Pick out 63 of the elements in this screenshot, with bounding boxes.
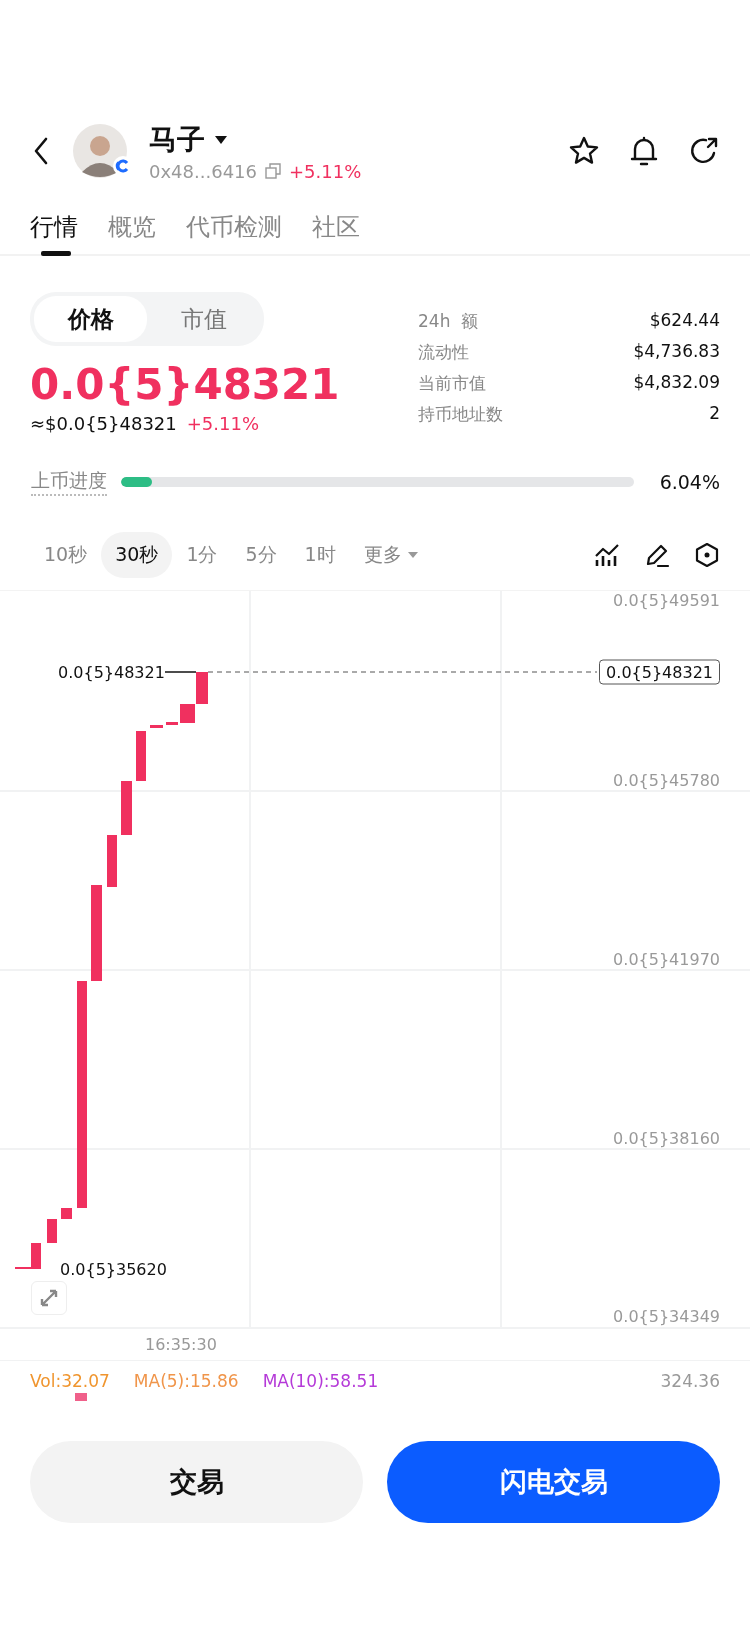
candle [166, 722, 178, 725]
price-change: +5.11% [289, 160, 362, 182]
stat-label: 流动性 [418, 341, 469, 364]
ma10-value: MA(10):58.51 [262, 1371, 379, 1391]
interval-tab[interactable]: 30秒 [101, 532, 173, 578]
interval-tab[interactable]: 10秒 [30, 532, 102, 578]
stat-label: 持币地址数 [418, 403, 503, 426]
price-value: 0.0{5}48321 [30, 360, 340, 409]
back-icon[interactable] [33, 137, 49, 165]
pencil-icon[interactable] [644, 542, 670, 568]
volume-bar [75, 1393, 87, 1401]
low-price-label: 0.0{5}35620 [60, 1259, 167, 1279]
trade-button[interactable]: 交易 [30, 1441, 363, 1523]
interval-tab[interactable]: 1分 [172, 532, 232, 578]
progress-reading: 6.04% [659, 471, 720, 493]
axis-label: 0.0{5}38160 [613, 1128, 720, 1148]
price-tag: 0.0{5}48321 [599, 659, 720, 685]
stat-label: 当前市值 [418, 372, 486, 395]
stat-value: $624.44 [649, 310, 720, 332]
price-change: +5.11% [186, 413, 260, 434]
tab[interactable]: 社区 [312, 200, 360, 254]
tab[interactable]: 代币检测 [186, 200, 282, 254]
expand-icon [39, 1288, 59, 1308]
stat-value: $4,832.09 [633, 372, 720, 394]
tab[interactable]: 概览 [108, 200, 156, 254]
avatar [73, 124, 127, 178]
copy-icon[interactable] [265, 163, 281, 179]
caret-icon[interactable] [215, 135, 227, 144]
usd-price: ≈$0.0{5}48321 [30, 413, 177, 434]
stat-value: $4,736.83 [633, 341, 720, 363]
ma5-value: MA(5):15.86 [133, 1371, 239, 1391]
volume-axis-label: 324.36 [660, 1371, 720, 1391]
candle [121, 781, 132, 835]
candle [61, 1208, 72, 1219]
axis-label: 0.0{5}45780 [613, 770, 720, 790]
toggle-option[interactable]: 价格 [34, 296, 147, 342]
candle [150, 725, 163, 728]
caret-icon [407, 552, 418, 558]
candle [136, 731, 146, 781]
axis-label: 0.0{5}34349 [613, 1306, 720, 1326]
stat-value: 2 [709, 403, 720, 425]
toggle-option[interactable]: 市值 [147, 296, 260, 342]
flash-trade-button[interactable]: 闪电交易 [387, 1441, 720, 1523]
stat-label: 24h 额 [418, 310, 479, 333]
axis-label: 0.0{5}49591 [613, 590, 720, 610]
time-label: 16:35:30 [145, 1334, 217, 1354]
high-price-label: 0.0{5}48321 [58, 662, 165, 682]
axis-label: 0.0{5}41970 [613, 949, 720, 969]
more-menu[interactable]: 更多 [349, 532, 432, 578]
interval-tab[interactable]: 1时 [290, 532, 350, 578]
bell-icon[interactable] [628, 135, 660, 167]
settings-icon[interactable] [694, 542, 720, 568]
token-address: 0x48...6416 [149, 160, 257, 182]
expand-button[interactable] [31, 1281, 67, 1315]
interval-tab[interactable]: 5分 [231, 532, 291, 578]
volume-value: Vol:32.07 [30, 1371, 110, 1391]
candle [47, 1219, 57, 1243]
candle [107, 835, 117, 887]
progress-label: 上币进度 [31, 468, 107, 496]
token-name[interactable]: 马子 [149, 120, 205, 159]
star-icon[interactable] [568, 135, 600, 167]
tab[interactable]: 行情 [30, 200, 78, 254]
indicator-icon[interactable] [594, 542, 620, 568]
